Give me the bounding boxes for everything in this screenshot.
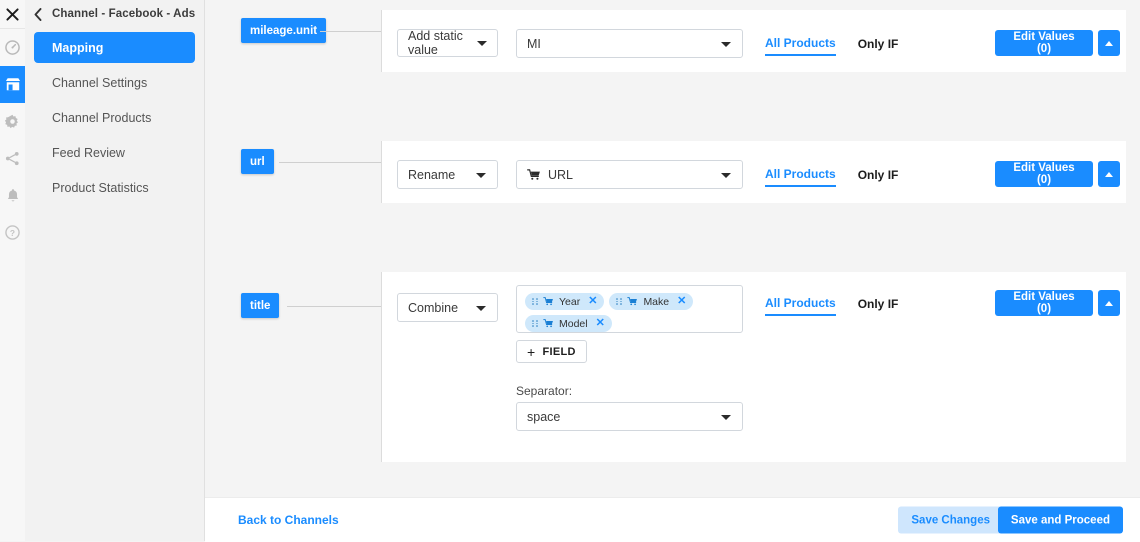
action-select[interactable]: Rename [397,160,498,189]
connector-line [279,162,381,163]
back-chevron-icon[interactable] [34,8,42,21]
action-select-value: Rename [408,168,455,182]
scope-tabs: All Products Only IF [765,296,898,316]
chevron-up-icon [1105,41,1113,46]
separator-label: Separator: [516,384,572,398]
chevron-up-icon [1105,172,1113,177]
combine-fields-box[interactable]: Year ✕ Make ✕ [516,285,743,333]
chevron-down-icon [721,42,731,47]
scope-tabs: All Products Only IF [765,167,898,187]
cart-icon [543,319,554,328]
action-select[interactable]: Add static value [397,29,498,57]
store-icon[interactable] [0,66,25,103]
sidebar-item-label: Product Statistics [52,181,149,195]
help-icon[interactable]: ? [0,214,25,251]
source-field-select[interactable]: URL [516,160,743,189]
static-value-select[interactable]: MI [516,29,743,58]
remove-chip-icon[interactable]: ✕ [677,296,686,307]
field-tag[interactable]: url [241,149,274,174]
chevron-down-icon [477,41,487,46]
save-and-proceed-button[interactable]: Save and Proceed [998,507,1123,534]
field-chip-make[interactable]: Make ✕ [609,293,693,310]
separator-value: space [527,410,560,424]
sidebar-item-label: Feed Review [52,146,125,160]
remove-chip-icon[interactable]: ✕ [588,296,597,307]
chevron-down-icon [476,306,486,311]
field-chip-label: Model [559,318,588,330]
gear-icon[interactable] [0,103,25,140]
tab-all-products[interactable]: All Products [765,296,836,316]
svg-text:?: ? [10,228,15,238]
mapping-card: Combine Year ✕ [381,272,1126,462]
field-tag[interactable]: title [241,293,279,318]
edit-values-button[interactable]: Edit Values (0) [995,161,1093,187]
field-chip-year[interactable]: Year ✕ [525,293,604,310]
cart-icon [527,169,541,181]
field-chip-model[interactable]: Model ✕ [525,315,612,332]
source-field-text: URL [548,168,573,182]
sidebar-item-label: Channel Products [52,111,151,125]
sidebar-item-label: Channel Settings [52,76,147,90]
chevron-down-icon [721,173,731,178]
cart-icon [627,297,638,306]
plus-icon: + [527,344,535,360]
footer-bar: Back to Channels Save Changes Save and P… [205,497,1140,542]
sidebar-item-mapping[interactable]: Mapping [34,32,195,63]
sidebar-item-feed-review[interactable]: Feed Review [34,137,195,168]
action-select-value: Combine [408,301,458,315]
chevron-down-icon [476,173,486,178]
mapping-canvas: mileage.unit Add static value MI All Pro… [205,0,1140,497]
mapping-row: title Combine Year ✕ [205,262,1140,462]
field-tag[interactable]: mileage.unit [241,18,326,43]
connector-line [320,31,381,32]
sidebar-item-channel-settings[interactable]: Channel Settings [34,67,195,98]
collapse-row-button[interactable] [1098,30,1120,56]
mapping-card: Add static value MI All Products Only IF… [381,10,1126,72]
mapping-row: mileage.unit Add static value MI All Pro… [205,0,1140,74]
share-icon[interactable] [0,140,25,177]
add-field-button[interactable]: + FIELD [516,340,587,363]
separator-select[interactable]: space [516,402,743,431]
tab-all-products[interactable]: All Products [765,36,836,56]
tab-only-if[interactable]: Only IF [858,297,899,315]
tab-only-if[interactable]: Only IF [858,37,899,55]
page-title: Channel - Facebook - Ads ... [52,8,196,20]
chevron-down-icon [721,415,731,420]
tab-only-if[interactable]: Only IF [858,168,899,186]
scope-tabs: All Products Only IF [765,36,898,56]
collapse-row-button[interactable] [1098,290,1120,316]
channel-sidebar: Channel - Facebook - Ads ... Mapping Cha… [25,0,205,541]
action-select[interactable]: Combine [397,293,498,322]
remove-chip-icon[interactable]: ✕ [596,318,605,329]
bell-icon[interactable] [0,177,25,214]
tab-all-products[interactable]: All Products [765,167,836,187]
sidebar-item-channel-products[interactable]: Channel Products [34,102,195,133]
chevron-up-icon [1105,301,1113,306]
close-icon[interactable] [0,0,25,29]
sidebar-item-label: Mapping [52,41,103,55]
edit-values-button[interactable]: Edit Values (0) [995,290,1093,316]
back-to-channels-link[interactable]: Back to Channels [238,513,339,527]
dashboard-icon[interactable] [0,29,25,66]
mapping-card: Rename URL All Products Only IF Edit Val… [381,141,1126,203]
mapping-row: url Rename URL All Products Only IF [205,131,1140,205]
drag-handle-icon[interactable] [532,320,538,327]
cart-icon [543,297,554,306]
field-chip-label: Make [643,296,669,308]
sidebar-item-product-statistics[interactable]: Product Statistics [34,172,195,203]
edit-values-button[interactable]: Edit Values (0) [995,30,1093,56]
sidebar-header: Channel - Facebook - Ads ... [25,0,204,28]
icon-rail: ? [0,0,26,541]
drag-handle-icon[interactable] [532,298,538,305]
static-value-text: MI [527,37,541,51]
field-chip-label: Year [559,296,580,308]
connector-line [287,306,381,307]
drag-handle-icon[interactable] [616,298,622,305]
collapse-row-button[interactable] [1098,161,1120,187]
action-select-value: Add static value [408,29,475,57]
add-field-label: FIELD [542,346,575,358]
save-changes-button[interactable]: Save Changes [898,507,1003,534]
